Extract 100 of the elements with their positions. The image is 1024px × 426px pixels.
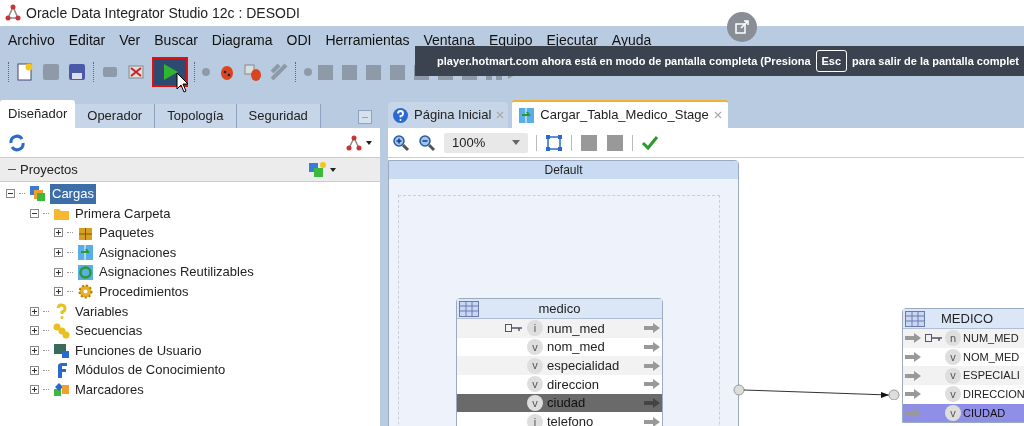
network-icon <box>346 134 362 151</box>
reusable-mapping-icon <box>77 263 94 281</box>
column-row[interactable]: i num_med <box>457 319 662 338</box>
tree-item[interactable]: Asignaciones <box>98 242 178 263</box>
menu-item[interactable]: Editar <box>68 29 106 51</box>
type-badge: v <box>945 405 961 422</box>
expand-toggle[interactable] <box>54 287 63 297</box>
tree-item[interactable]: Primera Carpeta <box>74 203 172 224</box>
column-row[interactable]: v ESPECIALI <box>903 366 1024 386</box>
disabled-tool-icon <box>580 133 598 152</box>
tree-item[interactable]: Asignaciones Reutilizables <box>98 262 255 282</box>
menu-item[interactable]: Herramientas <box>325 29 410 51</box>
panel-tab[interactable]: Topología <box>155 104 237 128</box>
refresh-icon[interactable] <box>8 133 26 152</box>
column-row[interactable]: v DIRECCION <box>903 385 1024 404</box>
panel-tab[interactable]: Seguridad <box>236 104 321 128</box>
type-badge: i <box>527 413 543 426</box>
notice-text: para salir de la pantalla complet <box>852 53 1019 69</box>
zoom-out-icon[interactable] <box>418 133 436 152</box>
project-add-icon <box>308 161 326 178</box>
zoom-dropdown[interactable]: 100% <box>444 132 528 153</box>
editor-tab[interactable]: Página Inicial <box>388 102 509 128</box>
save-all-icon[interactable] <box>67 62 87 82</box>
table-icon <box>459 300 479 317</box>
mapping-icon <box>518 106 536 124</box>
dot-icon <box>201 67 211 77</box>
column-row[interactable]: n NUM_MED <box>903 329 1024 348</box>
tree-item[interactable]: Funciones de Usuario <box>74 340 203 361</box>
arrow-icon <box>905 333 921 344</box>
tree-item[interactable]: Procedimientos <box>98 282 190 302</box>
table-title: medico <box>537 299 582 318</box>
mouse-cursor-icon <box>176 72 190 94</box>
checkmark-icon[interactable] <box>641 133 659 152</box>
panel-tab[interactable]: Diseñador <box>0 100 76 128</box>
type-badge: v <box>945 367 961 384</box>
collapse-toggle[interactable] <box>30 208 39 218</box>
expand-toggle[interactable] <box>54 228 63 238</box>
arrow-icon <box>644 360 660 371</box>
type-badge: v <box>527 395 543 412</box>
fit-to-window-icon[interactable] <box>545 133 563 152</box>
arrow-icon <box>644 323 660 334</box>
sequence-icon <box>53 322 70 340</box>
menu-item[interactable]: Buscar <box>154 29 198 51</box>
menu-item[interactable]: Diagrama <box>211 29 273 51</box>
arrow-icon <box>644 342 660 353</box>
expand-toggle[interactable] <box>54 248 63 258</box>
editor-tab[interactable]: Cargar_Tabla_Medico_Stage <box>512 100 728 128</box>
run-button[interactable] <box>152 57 188 87</box>
debug-bug-icon[interactable] <box>243 62 263 82</box>
project-icon <box>29 185 46 203</box>
column-name: NUM_MED <box>963 331 1020 347</box>
esc-key: Esc <box>815 49 848 73</box>
arrow-icon <box>905 408 921 419</box>
debug-stop-icon[interactable] <box>126 62 146 82</box>
arrow-icon <box>905 352 921 363</box>
section-title: Proyectos <box>20 160 78 179</box>
column-name: telefono <box>547 413 595 426</box>
notice-text: player.hotmart.com ahora está en modo de pantalla completa (Presiona <box>437 53 811 69</box>
expand-toggle[interactable] <box>54 267 63 277</box>
type-badge: v <box>527 357 543 374</box>
expand-toggle[interactable] <box>30 365 39 375</box>
type-badge: v <box>945 349 961 366</box>
panel-tab[interactable]: Operador <box>75 104 156 128</box>
marker-icon <box>53 381 70 399</box>
key-icon <box>925 334 943 343</box>
caret-icon <box>366 140 372 145</box>
zoom-in-icon[interactable] <box>392 133 410 152</box>
column-name: NOM_MED <box>963 349 1021 365</box>
type-badge: n <box>945 330 961 347</box>
collapse-toggle[interactable] <box>6 189 15 199</box>
menu-item[interactable]: Archivo <box>8 29 55 51</box>
connect-menu-button[interactable] <box>346 134 372 151</box>
exit-fullscreen-button[interactable] <box>727 12 757 42</box>
column-name: especialidad <box>547 356 621 375</box>
column-name: direccion <box>547 375 601 394</box>
tree-item[interactable]: Variables <box>74 301 130 322</box>
tree-item[interactable]: Marcadores <box>74 380 145 400</box>
save-icon <box>41 62 61 82</box>
tree-item[interactable]: Paquetes <box>98 223 155 243</box>
key-icon <box>505 324 523 333</box>
menu-item[interactable]: Ver <box>119 29 141 51</box>
tree-item[interactable]: Secuencias <box>74 321 144 341</box>
new-file-icon[interactable] <box>15 62 35 82</box>
caret-icon <box>512 140 520 145</box>
expand-toggle[interactable] <box>30 385 39 395</box>
gear-icon <box>77 283 94 301</box>
arrow-icon <box>644 379 660 390</box>
disabled-tool-icon <box>606 133 624 152</box>
column-name: ciudad <box>547 394 587 413</box>
expand-toggle[interactable] <box>30 306 39 316</box>
tree-item[interactable]: Cargas <box>50 184 96 204</box>
column-name: num_med <box>547 319 606 338</box>
mapping-icon <box>77 244 94 262</box>
tree-item[interactable]: Módulos de Conocimiento <box>74 360 227 380</box>
arrow-icon <box>644 398 660 409</box>
add-project-button[interactable] <box>308 161 336 178</box>
menu-item[interactable]: ODI <box>286 29 312 51</box>
expand-toggle[interactable] <box>30 326 39 336</box>
expand-toggle[interactable] <box>30 346 39 356</box>
column-row[interactable]: v especialidad <box>457 356 662 376</box>
